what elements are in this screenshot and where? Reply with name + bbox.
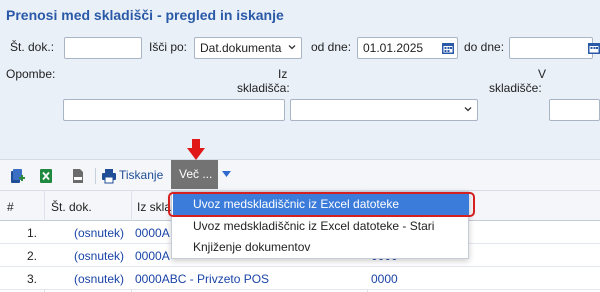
menu-item-import-excel-old[interactable]: Uvoz medskladiščnic iz Excel datoteke - … [173, 216, 469, 237]
excel-icon[interactable] [38, 168, 54, 184]
to-warehouse-link[interactable]: 0000 [371, 272, 398, 286]
print-icon[interactable] [101, 168, 117, 184]
v-skladisce-select[interactable] [549, 99, 600, 121]
new-document-icon[interactable] [10, 168, 26, 184]
red-arrow-down-icon [187, 139, 205, 160]
menu-item-post-documents[interactable]: Knjiženje dokumentov [173, 237, 469, 258]
od-dne-label: od dne: [311, 40, 352, 54]
isci-po-value: Dat.dokumenta [200, 41, 282, 55]
iz-skladisca-label-line1: Iz [278, 67, 288, 81]
from-warehouse-link[interactable]: 0000ABC - Privzeto POS [135, 272, 269, 286]
row-number: 2. [27, 249, 38, 263]
od-dne-value: 01.01.2025 [363, 41, 424, 55]
filter-panel: Prenosi med skladišči - pregled in iskan… [0, 0, 600, 160]
toolbar-divider [95, 168, 96, 184]
iz-skladisca-select[interactable] [290, 99, 478, 121]
print-button[interactable]: Tiskanje [119, 168, 163, 182]
menu-item-import-excel[interactable]: Uvoz medskladiščnic iz Excel datoteke [173, 194, 469, 215]
v-skladisce-label-line1: V [538, 67, 547, 81]
col-header-doc[interactable]: Št. dok. [51, 200, 92, 214]
v-skladisce-label-line2: skladišče: [489, 81, 542, 95]
from-warehouse-link[interactable]: 0000A [135, 226, 170, 240]
chevron-down-icon [288, 45, 296, 50]
doc-link[interactable]: (osnutek) [74, 249, 124, 263]
col-header-from[interactable]: Iz skla [137, 200, 171, 214]
opombe-input[interactable] [63, 99, 285, 121]
isci-po-label: Išči po: [149, 40, 188, 54]
col-header-number: # [7, 200, 14, 214]
doc-link[interactable]: (osnutek) [74, 226, 124, 240]
caret-down-icon[interactable] [222, 171, 231, 178]
chevron-down-icon [464, 107, 472, 112]
calendar-icon[interactable] [587, 41, 600, 55]
row-number: 1. [27, 226, 38, 240]
toolbar: Tiskanje [0, 160, 600, 190]
iz-skladisca-label-line2: skladišča: [237, 81, 290, 95]
from-warehouse-link[interactable]: 0000A [135, 249, 170, 263]
more-dropdown-menu: Uvoz medskladiščnic iz Excel datoteke Uv… [171, 191, 469, 259]
row-number: 3. [27, 272, 38, 286]
st-dok-input[interactable] [64, 37, 142, 59]
page-title: Prenosi med skladišči - pregled in iskan… [6, 7, 284, 23]
do-dne-input[interactable] [509, 37, 593, 59]
opombe-label: Opombe: [6, 67, 56, 81]
do-dne-label: do dne: [464, 40, 505, 54]
csv-icon[interactable] [70, 168, 86, 184]
table-row[interactable]: 3. (osnutek) 0000ABC - Privzeto POS 0000 [0, 267, 600, 290]
more-button[interactable]: Več ... [171, 160, 218, 189]
isci-po-select[interactable]: Dat.dokumenta [194, 37, 302, 59]
st-dok-label: Št. dok.: [10, 40, 55, 54]
more-button-label: Več ... [179, 167, 213, 181]
doc-link[interactable]: (osnutek) [74, 272, 124, 286]
calendar-icon[interactable] [441, 41, 455, 55]
